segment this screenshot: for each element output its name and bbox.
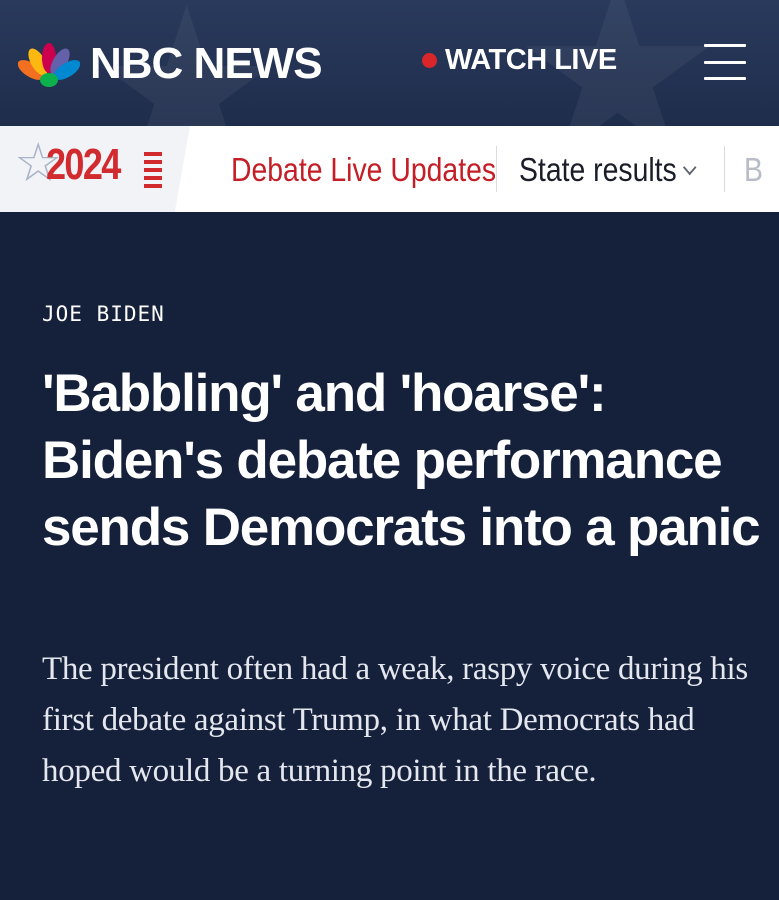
article-dek: The president often had a weak, raspy vo… xyxy=(42,651,748,789)
subnav-item-state-results[interactable]: State results xyxy=(519,148,697,192)
watch-live-label: WATCH LIVE xyxy=(445,44,617,76)
chevron-down-icon xyxy=(683,159,697,176)
article-header: JOE BIDEN 'Babbling' and 'hoarse': Biden… xyxy=(0,212,779,900)
subnav-item-truncated[interactable]: B xyxy=(744,148,763,192)
subnav-divider xyxy=(724,146,725,192)
menu-line xyxy=(704,60,746,64)
election-year: 2024 xyxy=(46,140,121,189)
nbc-peacock-icon xyxy=(18,43,80,87)
site-header: ★ ★ NBC NEWS WATCH LIVE xyxy=(0,0,779,126)
flag-stripes-icon xyxy=(144,152,162,188)
menu-line xyxy=(704,44,746,47)
watch-live-button[interactable]: WATCH LIVE xyxy=(422,44,617,77)
logo-wordmark: NBC NEWS xyxy=(90,39,323,88)
election-2024-badge[interactable]: ☆ 2024 xyxy=(0,126,190,212)
live-dot-icon xyxy=(422,53,437,68)
menu-line xyxy=(704,77,746,80)
article-topic-label[interactable]: JOE BIDEN xyxy=(42,302,165,326)
subnav-item-debate-live-updates[interactable]: Debate Live Updates xyxy=(231,148,496,192)
nbc-news-logo[interactable]: NBC NEWS xyxy=(18,36,323,92)
hamburger-menu-icon[interactable] xyxy=(704,44,746,80)
subnav-divider xyxy=(496,146,497,192)
article-headline: 'Babbling' and 'hoarse': Biden's debate … xyxy=(42,364,761,557)
election-subnav: ☆ 2024 Debate Live Updates State results… xyxy=(0,126,779,212)
subnav-item-label: State results xyxy=(519,151,677,188)
